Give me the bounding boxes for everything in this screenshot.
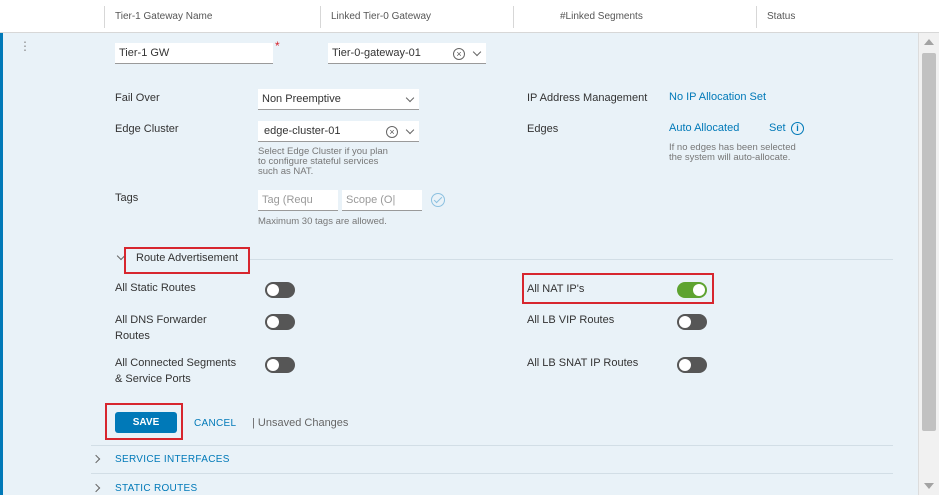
chevron-down-icon bbox=[472, 47, 482, 57]
edge-cluster-value: edge-cluster-01 bbox=[264, 125, 341, 137]
column-separator bbox=[756, 6, 757, 28]
edge-cluster-help: Select Edge Cluster if you plan to confi… bbox=[258, 147, 388, 177]
help-line: the system will auto-allocate. bbox=[669, 152, 791, 163]
all-lb-vip-routes-toggle[interactable] bbox=[677, 314, 707, 330]
label-line: All LB SNAT IP Routes bbox=[527, 357, 639, 369]
scroll-up-arrow-icon[interactable] bbox=[924, 39, 934, 45]
section-divider bbox=[91, 445, 893, 446]
column-header-name[interactable]: Tier-1 Gateway Name bbox=[115, 0, 212, 33]
row-menu-icon[interactable]: ⋮ bbox=[19, 39, 31, 53]
all-static-routes-label: All Static Routes bbox=[115, 280, 196, 296]
tier0-gateway-value: Tier-0-gateway-01 bbox=[332, 47, 421, 59]
section-divider bbox=[91, 473, 893, 474]
all-lb-vip-routes-label: All LB VIP Routes bbox=[527, 312, 614, 328]
tag-placeholder: Tag (Requ bbox=[262, 194, 313, 206]
all-connected-segments-label: All Connected Segments & Service Ports bbox=[115, 355, 236, 387]
highlight-route-advertisement bbox=[124, 247, 250, 274]
table-header: Tier-1 Gateway Name Linked Tier-0 Gatewa… bbox=[0, 0, 939, 33]
tag-input[interactable]: Tag (Requ bbox=[258, 190, 338, 211]
clear-icon[interactable]: × bbox=[453, 48, 465, 60]
ip-management-label: IP Address Management bbox=[527, 92, 648, 104]
column-separator bbox=[104, 6, 105, 28]
column-header-status[interactable]: Status bbox=[767, 0, 795, 33]
edges-help: If no edges has been selected the system… bbox=[669, 143, 796, 163]
all-lb-snat-ip-routes-toggle[interactable] bbox=[677, 357, 707, 373]
all-lb-snat-ip-routes-label: All LB SNAT IP Routes bbox=[527, 355, 638, 371]
toggle-knob bbox=[267, 284, 279, 296]
failover-select[interactable]: Non Preemptive bbox=[258, 89, 419, 110]
scroll-thumb[interactable] bbox=[922, 53, 936, 431]
toggle-knob bbox=[267, 359, 279, 371]
all-dns-forwarder-routes-toggle[interactable] bbox=[265, 314, 295, 330]
failover-value: Non Preemptive bbox=[262, 93, 341, 105]
required-indicator: * bbox=[275, 39, 280, 53]
all-static-routes-toggle[interactable] bbox=[265, 282, 295, 298]
label-line: All Connected Segments bbox=[115, 357, 237, 369]
all-connected-segments-toggle[interactable] bbox=[265, 357, 295, 373]
edges-label: Edges bbox=[527, 123, 559, 135]
chevron-down-icon bbox=[405, 125, 415, 135]
failover-label: Fail Over bbox=[115, 92, 160, 104]
tags-help: Maximum 30 tags are allowed. bbox=[258, 216, 387, 227]
gateway-name-input[interactable]: Tier-1 GW bbox=[115, 43, 273, 64]
edges-auto-allocated-link[interactable]: Auto Allocated bbox=[669, 122, 739, 134]
chevron-down-icon bbox=[405, 93, 415, 103]
tags-label: Tags bbox=[115, 192, 139, 204]
scroll-down-arrow-icon[interactable] bbox=[924, 483, 934, 489]
edge-cluster-label: Edge Cluster bbox=[115, 123, 179, 135]
cancel-button[interactable]: CANCEL bbox=[194, 418, 236, 429]
toggle-knob bbox=[267, 316, 279, 328]
toggle-knob bbox=[679, 316, 691, 328]
label-line: All Static Routes bbox=[115, 282, 196, 294]
tier0-gateway-select[interactable]: Tier-0-gateway-01 × bbox=[328, 43, 486, 64]
edges-set-link[interactable]: Set bbox=[769, 122, 786, 134]
ip-allocation-link[interactable]: No IP Allocation Set bbox=[669, 91, 766, 103]
all-dns-forwarder-routes-label: All DNS Forwarder Routes bbox=[115, 312, 207, 344]
section-divider bbox=[248, 259, 893, 260]
vertical-scrollbar[interactable] bbox=[918, 33, 939, 495]
edit-gateway-panel: ⋮ Tier-1 GW * Tier-0-gateway-01 × Fail O… bbox=[0, 33, 918, 495]
chevron-right-icon[interactable] bbox=[91, 454, 101, 464]
column-separator bbox=[513, 6, 514, 28]
clear-icon[interactable]: × bbox=[386, 126, 398, 138]
scope-input[interactable]: Scope (O| bbox=[342, 190, 422, 211]
column-header-linked-segments[interactable]: #Linked Segments bbox=[560, 0, 643, 33]
static-routes-section[interactable]: STATIC ROUTES bbox=[115, 483, 197, 494]
edge-cluster-select[interactable]: edge-cluster-01 × bbox=[258, 121, 419, 142]
service-interfaces-section[interactable]: SERVICE INTERFACES bbox=[115, 454, 230, 465]
label-line: All DNS Forwarder bbox=[115, 314, 207, 326]
highlight-save bbox=[105, 403, 183, 440]
toggle-knob bbox=[679, 359, 691, 371]
column-header-linked-tier0[interactable]: Linked Tier-0 Gateway bbox=[331, 0, 431, 33]
highlight-nat-ips bbox=[522, 273, 714, 304]
unsaved-changes-text: | Unsaved Changes bbox=[252, 417, 349, 429]
label-line: Routes bbox=[115, 330, 150, 342]
chevron-right-icon[interactable] bbox=[91, 483, 101, 493]
scope-placeholder: Scope (O| bbox=[346, 194, 396, 206]
column-separator bbox=[320, 6, 321, 28]
info-icon[interactable]: i bbox=[791, 122, 804, 135]
tag-confirm-icon[interactable] bbox=[431, 193, 445, 207]
help-line: such as NAT. bbox=[258, 166, 314, 177]
label-line: & Service Ports bbox=[115, 373, 191, 385]
label-line: All LB VIP Routes bbox=[527, 314, 615, 326]
